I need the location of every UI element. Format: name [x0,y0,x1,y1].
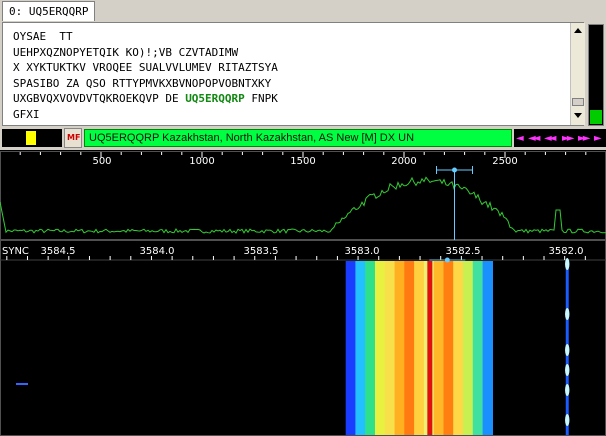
rs-badge-text: MF [67,133,81,142]
signal-band [345,261,493,435]
nav-right-icon[interactable]: ►► [562,133,575,144]
waterfall-freq-label: 3583.0 [345,246,380,257]
tuning-bar [26,131,36,145]
tab-bar: 0: UQ5ERQQRP [0,0,606,22]
station-info-bar[interactable]: UQ5ERQQRP Kazakhstan, North Kazakhstan, … [84,129,512,147]
text-segment: FNPK [244,92,278,105]
info-strip: MF UQ5ERQQRP Kazakhstan, North Kazakhsta… [0,128,606,148]
text-line: X XYKTUKTKV VROQEE SUALVVLUMEV RITAZTSYA [13,61,278,74]
waterfall-band-column [384,261,396,435]
waterfall-band-column [433,261,445,435]
received-text-panel[interactable]: OYSAE TT UEHPXQZNOPYETQIK KO)!;VB CZVTADI… [2,22,584,126]
station-info-text: UQ5ERQQRP Kazakhstan, North Kazakhstan, … [89,132,415,144]
scroll-thumb[interactable] [572,98,584,106]
waterfall-display[interactable]: SYNC 3584.5 3584.0 3583.5 3583.0 3582.5 … [0,240,606,436]
spectrum-axis-label: 2000 [391,156,416,167]
waterfall-background [0,240,606,436]
side-tone-blip [565,364,570,376]
side-tone-blip [565,344,570,356]
waterfall-band-column [355,261,366,435]
waterfall-band-column [414,261,425,435]
waterfall-freq-label: 3584.0 [140,246,175,257]
tuning-indicator [2,129,62,147]
received-text: OYSAE TT UEHPXQZNOPYETQIK KO)!;VB CZVTADI… [13,29,278,122]
text-scrollbar[interactable] [570,23,585,125]
waterfall-freq-label: 3584.5 [41,246,76,257]
waterfall-carrier-line [427,261,433,435]
side-tone-blip [565,384,570,396]
scroll-up-icon[interactable] [574,28,582,33]
waterfall-band-column [375,261,386,435]
waterfall-band-column [443,261,454,435]
waterfall-band-column [404,261,415,435]
side-tone-blip [565,308,570,320]
spectrum-display[interactable]: 500 1000 1500 2000 2500 [0,150,606,240]
text-line: SPASIBO ZA QSO RTTYPMVKXBVNOPOPVOBNTXKY [13,76,272,90]
side-tone-blip [565,258,570,270]
spectrum-axis-label: 1000 [189,156,214,167]
side-tone-blip [565,414,570,426]
nav-right-small-icon[interactable]: ► [594,133,602,144]
waterfall-band-column [453,261,464,435]
text-line: OYSAE TT [13,30,73,43]
waterfall-band-column [472,261,484,435]
signal-level-fill [590,110,602,124]
waterfall-band-column [482,261,493,435]
nav-left-small-icon[interactable]: ◄ [516,133,524,144]
text-line: UXGBVQXVOVDVTQKROEKQVP DE UQ5ERQQRP FNPK [13,91,278,107]
text-segment: UXGBVQXVOVDVTQKROEKQVP DE [13,92,186,105]
scroll-down-icon[interactable] [574,113,582,118]
waterfall-band-column [345,261,357,435]
text-line: GFXI [13,107,40,121]
waterfall-band-column [365,261,376,435]
nav-left-fast-icon[interactable]: ◄◄ [544,133,557,144]
waterfall-band-column [394,261,405,435]
waterfall-freq-label: 3582.5 [446,246,481,257]
callsign-link[interactable]: UQ5ERQQRP [185,92,245,105]
tab-station[interactable]: 0: UQ5ERQQRP [2,1,96,21]
waterfall-freq-label: 3582.0 [549,246,584,257]
rs-badge-icon[interactable]: MF [64,128,82,148]
waterfall-band-column [463,261,474,435]
waterfall-freq-label: 3583.5 [244,246,279,257]
wf-marker-dot [444,257,450,263]
marker-dot [452,167,457,173]
spectrum-axis-label: 2500 [492,156,517,167]
nav-right-fast-icon[interactable]: ►► [578,133,591,144]
sync-label[interactable]: SYNC [2,246,29,257]
navigation-buttons: ◄ ◄◄ ◄◄ ►► ►► ► [514,129,606,147]
spectrum-axis-label: 500 [92,156,111,167]
noise-spot [16,383,28,385]
text-line: UEHPXQZNOPYETQIK KO)!;VB CZVTADIMW [13,45,239,59]
spectrum-axis-label: 1500 [290,156,315,167]
nav-left-icon[interactable]: ◄◄ [528,133,541,144]
signal-level-meter [588,24,604,126]
